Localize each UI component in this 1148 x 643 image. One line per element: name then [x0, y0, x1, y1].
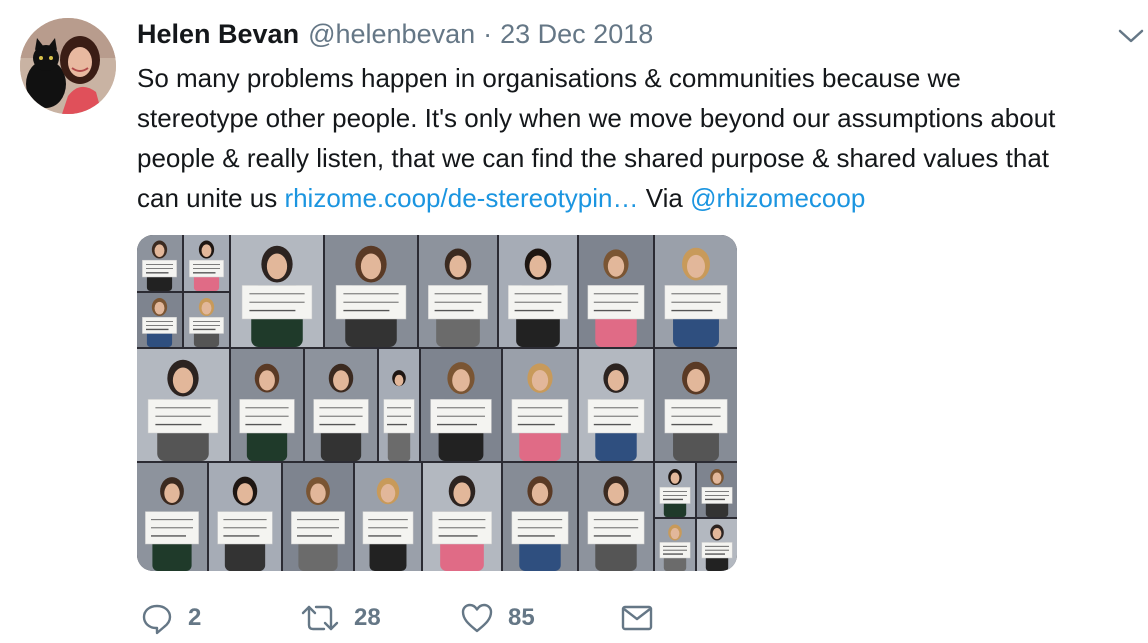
collage-photo-tile [421, 349, 501, 461]
like-button[interactable]: 85 [460, 601, 620, 635]
collage-photo-tile [419, 235, 497, 347]
tweet-text-line: So many problems happen in organisations… [137, 63, 961, 93]
tweet-media-image[interactable] [137, 235, 737, 571]
like-count: 85 [508, 604, 535, 631]
collage-photo-tile [137, 463, 207, 571]
collage-photo-tile [697, 519, 737, 571]
collage-photo-tile [423, 463, 501, 571]
via-text: Via [638, 183, 691, 213]
retweet-button[interactable]: 28 [300, 601, 460, 635]
collage-photo-tile [137, 349, 229, 461]
collage-photo-tile [209, 463, 281, 571]
collage-photo-tile [184, 293, 229, 347]
direct-message-button[interactable] [620, 603, 654, 633]
collage-photo-tile [325, 235, 417, 347]
collage-photo-tile [655, 463, 695, 517]
tweet-text-line: people & really listen, that we can find… [137, 143, 1050, 173]
collage-photo-tile [579, 349, 653, 461]
tweet-text: So many problems happen in organisations… [137, 58, 1137, 218]
envelope-icon [620, 603, 654, 633]
author-handle[interactable]: @helenbevan [308, 19, 475, 50]
collage-photo-tile [697, 463, 737, 517]
collage-photo-tile [655, 349, 737, 461]
header-separator: · [483, 18, 493, 49]
reply-count: 2 [188, 604, 202, 631]
avatar-photo [20, 18, 116, 114]
collage-photo-tile [379, 349, 419, 461]
tweet-text-segment: can unite us [137, 183, 285, 213]
retweet-arrows-icon [300, 601, 340, 635]
collage-photo-tile [355, 463, 421, 571]
author-name[interactable]: Helen Bevan [137, 19, 299, 50]
collage-photo-tile [231, 235, 323, 347]
tweet-header: Helen Bevan @helenbevan · 23 Dec 2018 [137, 18, 653, 50]
photo-collage [137, 235, 737, 571]
retweet-count: 28 [354, 604, 381, 631]
tweet-date[interactable]: 23 Dec 2018 [500, 19, 653, 50]
collage-photo-tile [655, 519, 695, 571]
collage-photo-tile [137, 235, 182, 291]
reply-button[interactable]: 2 [140, 601, 300, 635]
collage-photo-tile [579, 463, 653, 571]
collage-photo-tile [503, 349, 577, 461]
article-link[interactable]: rhizome.coop/de-stereotypin… [284, 183, 638, 213]
comment-bubble-icon [140, 601, 174, 635]
collage-photo-tile [655, 235, 737, 347]
collage-photo-tile [184, 235, 229, 291]
avatar[interactable] [20, 18, 116, 114]
tweet-text-line-last: can unite us rhizome.coop/de-stereotypin… [137, 178, 1137, 218]
collage-photo-tile [499, 235, 577, 347]
collage-photo-tile [231, 349, 303, 461]
collage-photo-tile [283, 463, 353, 571]
chevron-down-icon[interactable] [1116, 26, 1146, 46]
mention-link[interactable]: @rhizomecoop [690, 183, 865, 213]
heart-icon [460, 601, 494, 635]
tweet-actions: 2 28 85 [140, 598, 654, 638]
tweet-text-line: stereotype other people. It's only when … [137, 103, 1056, 133]
collage-photo-tile [503, 463, 577, 571]
collage-photo-tile [579, 235, 653, 347]
collage-photo-tile [305, 349, 377, 461]
collage-photo-tile [137, 293, 182, 347]
